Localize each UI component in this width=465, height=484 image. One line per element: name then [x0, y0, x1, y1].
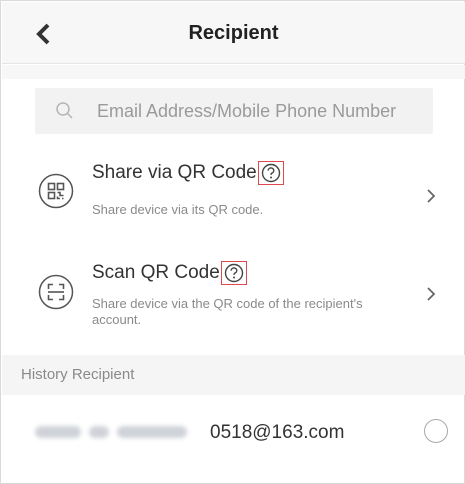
share-via-qr-help-button[interactable] [257, 161, 284, 185]
scan-qr-subtitle: Share device via the QR code of the reci… [92, 296, 363, 327]
search-field[interactable] [35, 88, 433, 134]
scan-qr-label: Scan QR Code [92, 262, 220, 284]
history-recipient-row[interactable]: 0518@163.com [2, 395, 465, 469]
question-icon [261, 163, 280, 183]
chevron-right-icon [427, 189, 436, 203]
history-recipient-email: 0518@163.com [210, 422, 345, 443]
redacted-email-prefix [35, 423, 207, 441]
share-via-qr-row[interactable]: Share via QR Code Share device via its Q… [2, 151, 465, 229]
history-section-header: History Recipient [2, 355, 465, 395]
share-via-qr-title: Share via QR Code [92, 161, 284, 185]
scan-qr-help-button[interactable] [220, 261, 247, 285]
scan-qr-title: Scan QR Code [92, 261, 247, 285]
search-icon [56, 102, 73, 119]
header-spacer [2, 65, 465, 79]
top-bar: Recipient [2, 2, 465, 64]
screen: Recipient Share via QR Code Share device… [0, 0, 465, 484]
history-section-label: History Recipient [21, 366, 135, 383]
search-input[interactable] [97, 88, 427, 134]
scan-icon [38, 274, 74, 310]
scan-qr-row[interactable]: Scan QR Code Share device via the QR cod… [2, 251, 465, 341]
page-title: Recipient [188, 22, 279, 44]
share-via-qr-subtitle: Share device via its QR code. [92, 202, 264, 217]
qr-code-icon [38, 173, 74, 209]
chevron-right-icon [427, 287, 436, 301]
question-icon [224, 263, 243, 283]
recipient-radio-button[interactable] [424, 419, 448, 443]
share-via-qr-label: Share via QR Code [92, 162, 257, 184]
